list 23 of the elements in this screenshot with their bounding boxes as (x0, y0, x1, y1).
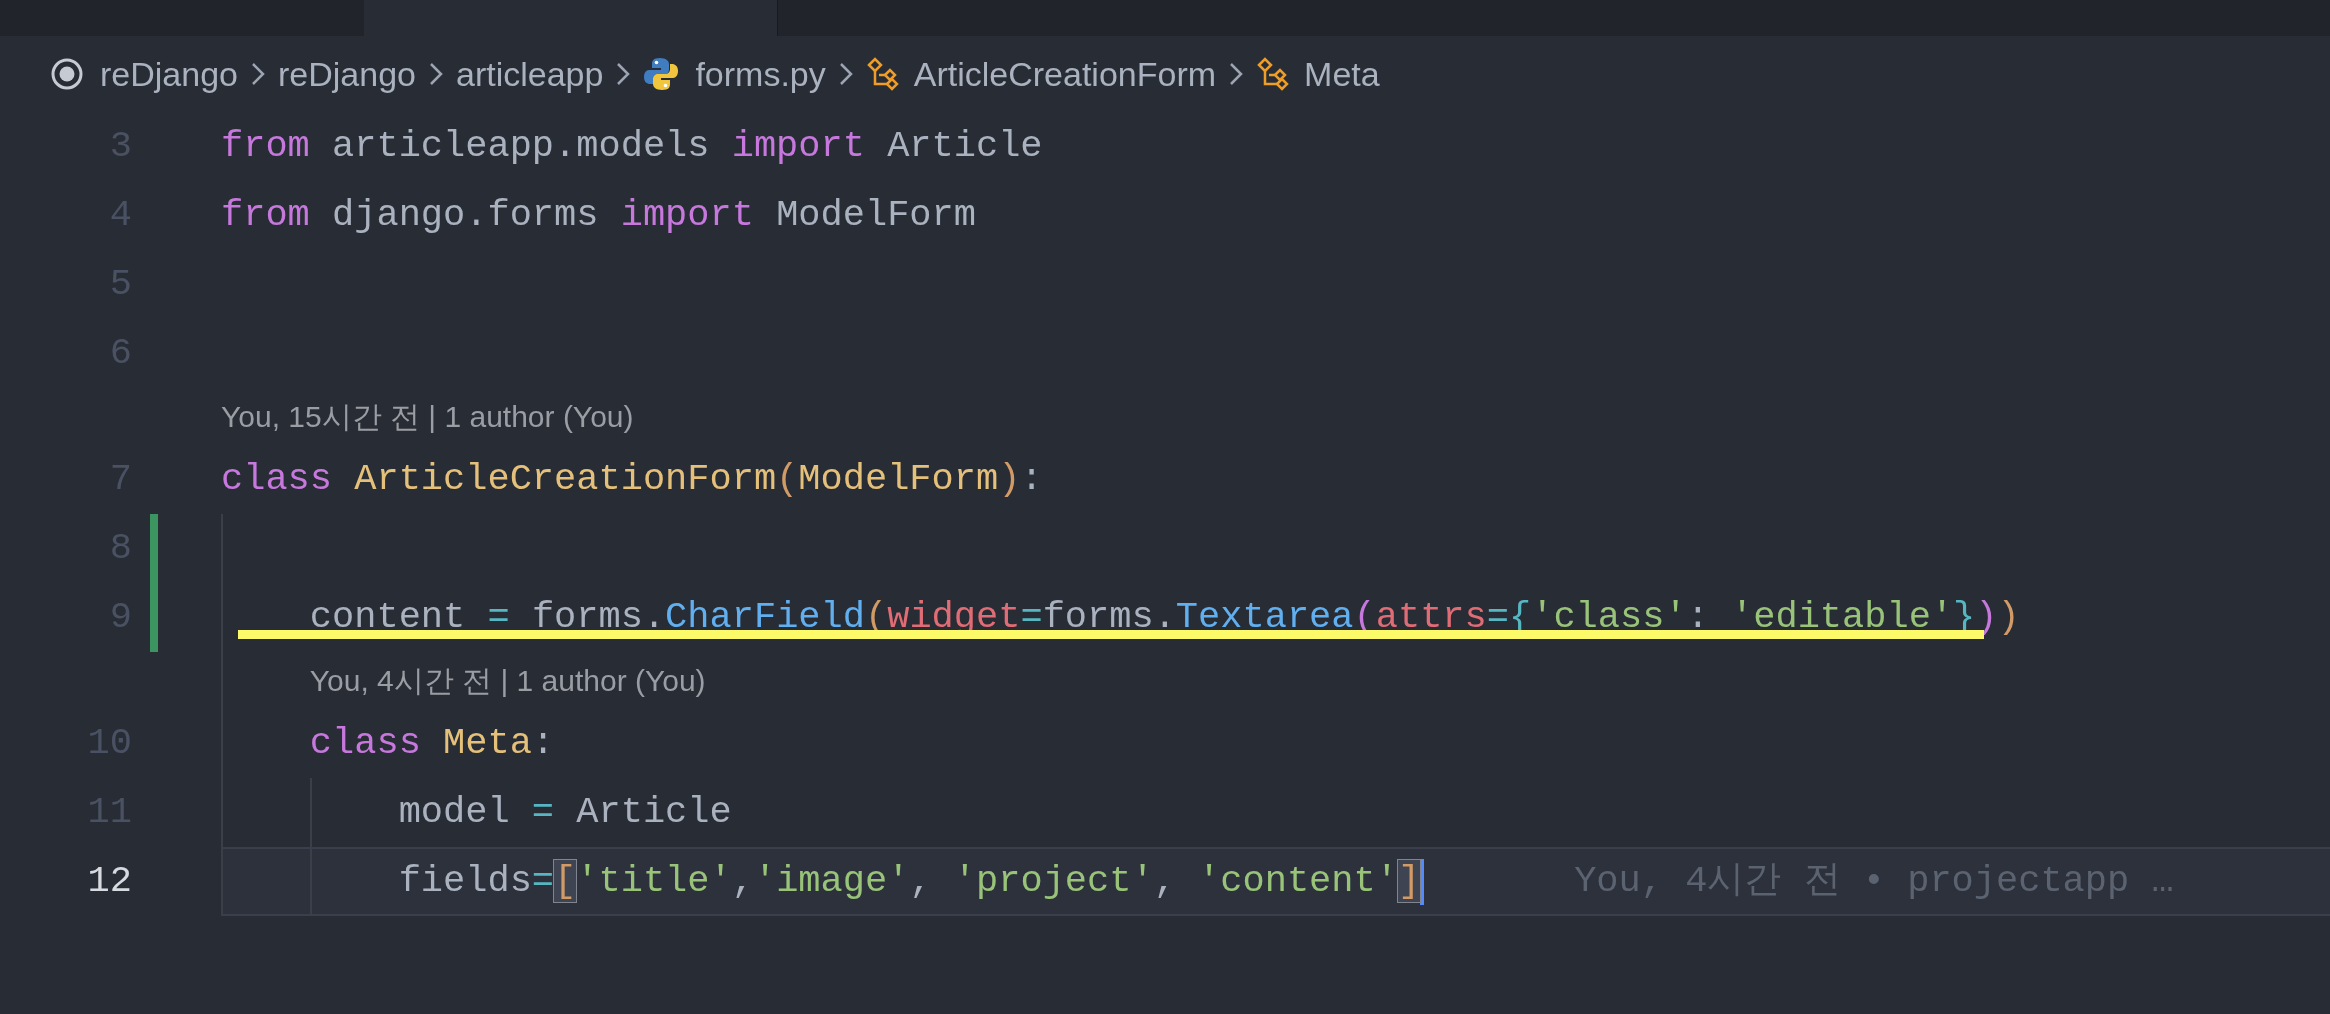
text-cursor (1420, 858, 1425, 905)
code-line: class ArticleCreationForm(ModelForm): (221, 456, 1043, 502)
code-line: fields=['title','image', 'project', 'content'] (397, 858, 1421, 904)
chevron-right-icon (615, 61, 632, 87)
code-line: class Meta: (308, 720, 555, 766)
code-line: from django.forms import ModelForm (221, 192, 976, 238)
codelens-blame[interactable]: You, 15시간 전 | 1 author (You) (221, 394, 634, 439)
chevron-right-icon (837, 61, 854, 87)
code-line: model = Article (397, 789, 732, 835)
python-icon (643, 56, 680, 92)
breadcrumb-item[interactable]: ArticleCreationForm (913, 48, 1217, 100)
target-circle-icon (50, 57, 84, 91)
line-number: 12 (86, 858, 132, 904)
breadcrumb-item[interactable]: reDjango (278, 48, 416, 100)
chevron-right-icon (1228, 61, 1245, 87)
breadcrumb-item[interactable]: reDjango (100, 48, 238, 100)
breadcrumb-item[interactable]: forms.py (695, 48, 826, 100)
breadcrumb-item[interactable]: Meta (1304, 48, 1380, 100)
code-line: from articleapp.models import Article (221, 123, 1043, 169)
chevron-right-icon (427, 61, 444, 87)
codelens-blame[interactable]: You, 4시간 전 | 1 author (You) (309, 658, 706, 703)
chevron-right-icon (250, 61, 266, 87)
breadcrumb-item[interactable]: articleapp (455, 48, 604, 100)
